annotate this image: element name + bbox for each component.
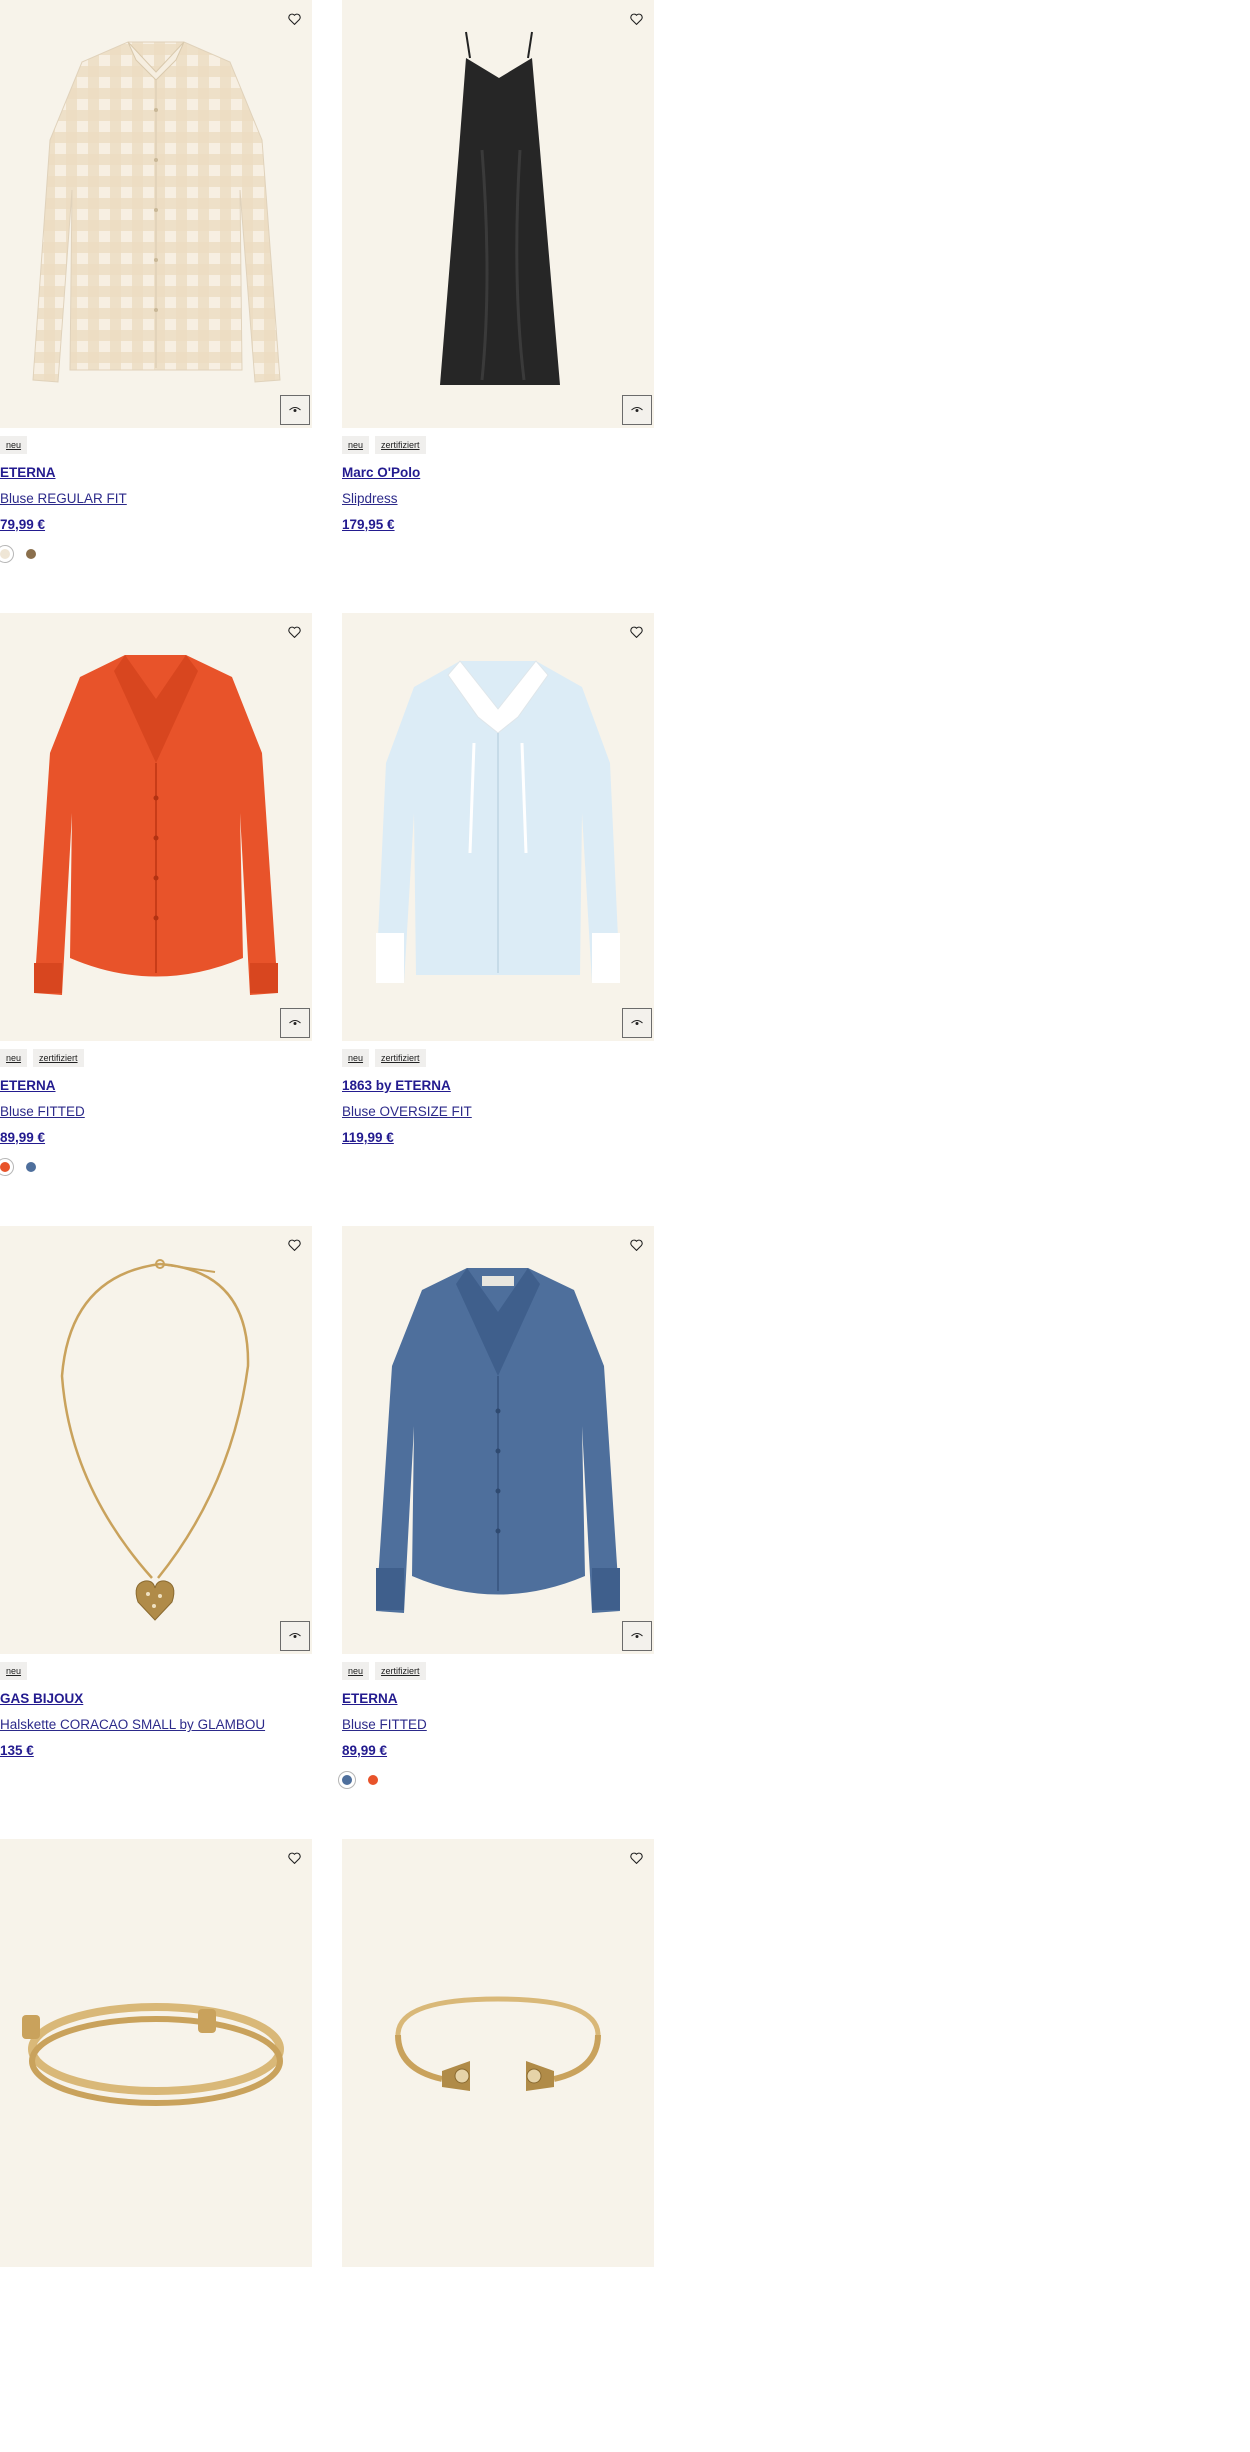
product-price[interactable]: 135 € (0, 1743, 312, 1759)
cuff-bracelet-image (395, 1996, 601, 2091)
quickview-eye-button[interactable] (280, 395, 310, 425)
product-card[interactable]: neu zertifiziert ETERNA Bluse FITTED 89,… (338, 1226, 654, 1839)
badge-new[interactable]: neu (342, 436, 370, 454)
color-swatches (0, 545, 312, 563)
product-image[interactable] (0, 0, 312, 428)
product-brand[interactable]: 1863 by ETERNA (342, 1078, 654, 1094)
badge-row: neu zertifiziert (342, 435, 654, 455)
badge-new[interactable]: neu (342, 1662, 370, 1680)
product-name[interactable]: Slipdress (342, 491, 654, 507)
wishlist-heart-icon[interactable] (626, 622, 646, 642)
color-swatches (338, 1771, 654, 1789)
product-image[interactable] (342, 613, 654, 1041)
product-price[interactable]: 79,99 € (0, 517, 312, 533)
product-price[interactable]: 119,99 € (342, 1130, 654, 1146)
badge-new[interactable]: neu (0, 436, 28, 454)
product-name[interactable]: Bluse FITTED (342, 1717, 654, 1733)
wishlist-heart-icon[interactable] (284, 9, 304, 29)
product-price[interactable]: 179,95 € (342, 517, 654, 533)
checked-blouse-image (32, 41, 281, 383)
badge-new[interactable]: neu (0, 1049, 28, 1067)
heart-necklace-image (60, 1259, 250, 1621)
eye-icon (631, 407, 643, 412)
eye-icon (631, 1633, 643, 1638)
color-swatch[interactable] (368, 1775, 378, 1785)
product-brand[interactable]: ETERNA (0, 465, 312, 481)
orange-blouse-image (34, 655, 278, 995)
color-swatch[interactable] (0, 545, 14, 563)
product-grid: neu ETERNA Bluse REGULAR FIT 79,99 € neu… (0, 0, 654, 2452)
product-brand[interactable]: GAS BIJOUX (0, 1691, 312, 1707)
quickview-eye-button[interactable] (280, 1008, 310, 1038)
slipdress-image (440, 31, 560, 385)
product-card[interactable]: neu ETERNA Bluse REGULAR FIT 79,99 € (0, 0, 312, 613)
product-card[interactable] (0, 1839, 312, 2452)
product-image[interactable] (342, 1839, 654, 2267)
badge-certified[interactable]: zertifiziert (375, 436, 426, 454)
badge-row: neu zertifiziert (0, 1048, 312, 1068)
quickview-eye-button[interactable] (280, 1621, 310, 1651)
wishlist-heart-icon[interactable] (626, 1848, 646, 1868)
product-image[interactable] (0, 613, 312, 1041)
product-name[interactable]: Bluse REGULAR FIT (0, 491, 312, 507)
product-card[interactable] (342, 1839, 654, 2452)
badge-row: neu (0, 435, 312, 455)
product-card[interactable]: neu zertifiziert Marc O'Polo Slipdress 1… (342, 0, 654, 613)
product-image[interactable] (342, 0, 654, 428)
badge-new[interactable]: neu (342, 1049, 370, 1067)
color-swatches (0, 1158, 312, 1176)
badge-certified[interactable]: zertifiziert (375, 1662, 426, 1680)
product-card[interactable]: neu GAS BIJOUX Halskette CORACAO SMALL b… (0, 1226, 312, 1839)
eye-icon (289, 407, 301, 412)
product-card[interactable]: neu zertifiziert ETERNA Bluse FITTED 89,… (0, 613, 312, 1226)
product-image[interactable] (0, 1226, 312, 1654)
color-swatch[interactable] (26, 549, 36, 559)
badge-row: neu (0, 1661, 312, 1681)
product-image[interactable] (0, 1839, 312, 2267)
product-name[interactable]: Halskette CORACAO SMALL by GLAMBOU (0, 1717, 312, 1733)
product-card[interactable]: neu zertifiziert 1863 by ETERNA Bluse OV… (342, 613, 654, 1226)
color-swatch[interactable] (338, 1771, 356, 1789)
eye-icon (631, 1020, 643, 1025)
product-name[interactable]: Bluse OVERSIZE FIT (342, 1104, 654, 1120)
product-name[interactable]: Bluse FITTED (0, 1104, 312, 1120)
product-brand[interactable]: ETERNA (0, 1078, 312, 1094)
blue-blouse-image (376, 1268, 620, 1613)
product-brand[interactable]: Marc O'Polo (342, 465, 654, 481)
wishlist-heart-icon[interactable] (284, 1235, 304, 1255)
eye-icon (289, 1020, 301, 1025)
color-swatch[interactable] (26, 1162, 36, 1172)
badge-certified[interactable]: zertifiziert (33, 1049, 84, 1067)
badge-certified[interactable]: zertifiziert (375, 1049, 426, 1067)
quickview-eye-button[interactable] (622, 395, 652, 425)
light-blue-blouse-image (376, 660, 620, 983)
color-swatch[interactable] (0, 1158, 14, 1176)
quickview-eye-button[interactable] (622, 1008, 652, 1038)
badge-row: neu zertifiziert (342, 1661, 654, 1681)
product-brand[interactable]: ETERNA (342, 1691, 654, 1707)
wishlist-heart-icon[interactable] (284, 622, 304, 642)
badge-new[interactable]: neu (0, 1662, 28, 1680)
product-price[interactable]: 89,99 € (0, 1130, 312, 1146)
gold-bangle-image (22, 2003, 284, 2106)
wishlist-heart-icon[interactable] (626, 1235, 646, 1255)
badge-row: neu zertifiziert (342, 1048, 654, 1068)
product-image[interactable] (342, 1226, 654, 1654)
wishlist-heart-icon[interactable] (626, 9, 646, 29)
eye-icon (289, 1633, 301, 1638)
wishlist-heart-icon[interactable] (284, 1848, 304, 1868)
quickview-eye-button[interactable] (622, 1621, 652, 1651)
product-price[interactable]: 89,99 € (342, 1743, 654, 1759)
